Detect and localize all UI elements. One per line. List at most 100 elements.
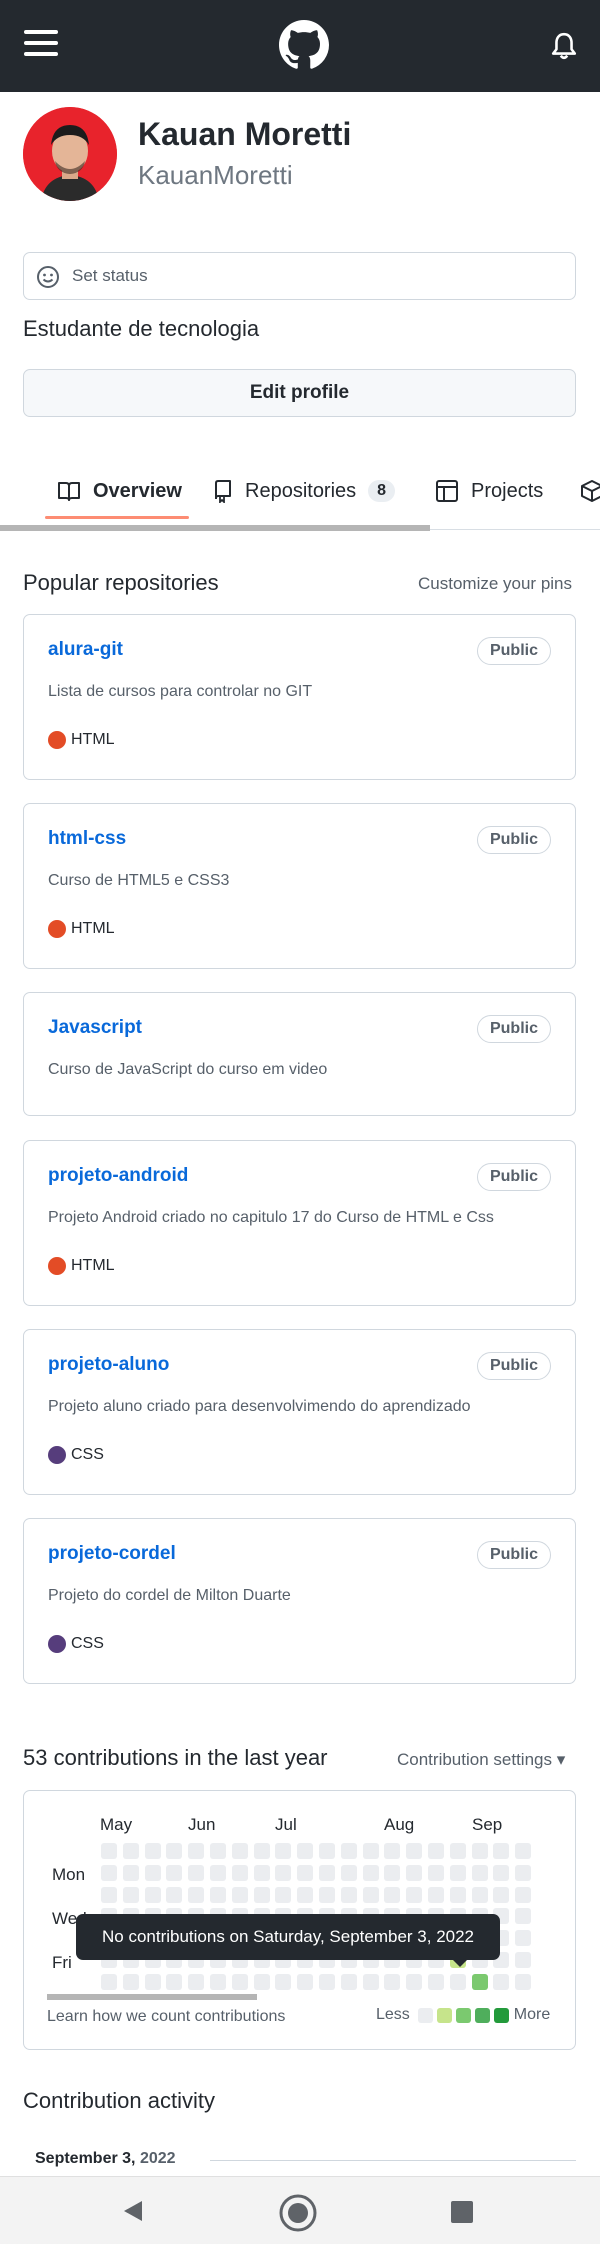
contribution-cell[interactable] — [428, 1843, 444, 1859]
github-logo-icon[interactable] — [279, 20, 329, 70]
contribution-cell[interactable] — [515, 1908, 532, 1925]
contribution-cell[interactable] — [428, 1973, 444, 1990]
edit-profile-button[interactable]: Edit profile — [23, 369, 576, 417]
tab-overview[interactable]: Overview — [57, 471, 182, 511]
contribution-cell[interactable] — [471, 1843, 488, 1859]
contribution-cell[interactable] — [515, 1930, 532, 1947]
contribution-cell[interactable] — [101, 1843, 117, 1859]
contribution-cell[interactable] — [319, 1864, 335, 1881]
contribution-cell[interactable] — [449, 1864, 466, 1881]
contribution-cell[interactable] — [428, 1864, 444, 1881]
graph-scrollbar[interactable] — [47, 1994, 257, 2000]
contribution-cell[interactable] — [319, 1843, 335, 1859]
contribution-cell[interactable] — [449, 1886, 466, 1903]
repo-name-link[interactable]: projeto-android — [48, 1165, 188, 1187]
contribution-cell[interactable] — [319, 1973, 335, 1990]
contribution-cell[interactable] — [493, 1973, 510, 1990]
contribution-cell[interactable] — [210, 1864, 226, 1881]
contribution-cell[interactable] — [210, 1973, 226, 1990]
contribution-cell[interactable] — [253, 1843, 270, 1859]
contribution-cell[interactable] — [144, 1973, 161, 1990]
contribution-cell[interactable] — [362, 1864, 379, 1881]
customize-pins-link[interactable]: Customize your pins — [418, 574, 572, 594]
contribution-cell[interactable] — [275, 1886, 292, 1903]
contribution-cell[interactable] — [406, 1843, 423, 1859]
contribution-cell[interactable] — [231, 1843, 248, 1859]
contribution-cell[interactable] — [384, 1843, 401, 1859]
contribution-cell[interactable] — [384, 1864, 401, 1881]
contribution-cell[interactable] — [275, 1864, 292, 1881]
contribution-cell[interactable] — [515, 1843, 532, 1859]
contribution-cell[interactable] — [449, 1973, 466, 1990]
contribution-cell[interactable] — [188, 1886, 205, 1903]
contribution-cell[interactable] — [253, 1864, 270, 1881]
contribution-cell[interactable] — [471, 1973, 488, 1990]
contribution-cell[interactable] — [340, 1843, 357, 1859]
contribution-cell[interactable] — [384, 1886, 401, 1903]
contribution-cell[interactable] — [449, 1843, 466, 1859]
repo-name-link[interactable]: projeto-cordel — [48, 1543, 176, 1565]
contribution-cell[interactable] — [101, 1864, 117, 1881]
contribution-cell[interactable] — [253, 1886, 270, 1903]
contribution-cell[interactable] — [428, 1886, 444, 1903]
contribution-cell[interactable] — [144, 1843, 161, 1859]
contribution-cell[interactable] — [188, 1973, 205, 1990]
recent-apps-square-icon[interactable] — [451, 2201, 473, 2223]
contribution-cell[interactable] — [340, 1864, 357, 1881]
contribution-cell[interactable] — [144, 1886, 161, 1903]
contribution-cell[interactable] — [340, 1886, 357, 1903]
contribution-cell[interactable] — [188, 1843, 205, 1859]
contribution-cell[interactable] — [493, 1843, 510, 1859]
contribution-cell[interactable] — [406, 1864, 423, 1881]
contribution-cell[interactable] — [362, 1886, 379, 1903]
contribution-cell[interactable] — [253, 1973, 270, 1990]
contribution-cell[interactable] — [122, 1864, 139, 1881]
contribution-cell[interactable] — [166, 1973, 183, 1990]
contribution-cell[interactable] — [515, 1952, 532, 1968]
contribution-cell[interactable] — [297, 1864, 314, 1881]
contribution-cell[interactable] — [362, 1843, 379, 1859]
repo-name-link[interactable]: html-css — [48, 828, 126, 850]
contribution-cell[interactable] — [275, 1973, 292, 1990]
contribution-cell[interactable] — [471, 1886, 488, 1903]
contribution-cell[interactable] — [297, 1843, 314, 1859]
contribution-cell[interactable] — [406, 1973, 423, 1990]
contribution-cell[interactable] — [122, 1973, 139, 1990]
contribution-settings-dropdown[interactable]: Contribution settings ▾ — [397, 1750, 565, 1770]
set-status-button[interactable]: Set status — [23, 252, 576, 300]
contribution-cell[interactable] — [275, 1843, 292, 1859]
contribution-cell[interactable] — [101, 1886, 117, 1903]
contribution-cell[interactable] — [362, 1973, 379, 1990]
contribution-cell[interactable] — [210, 1843, 226, 1859]
contribution-cell[interactable] — [515, 1864, 532, 1881]
contribution-cell[interactable] — [406, 1886, 423, 1903]
contribution-cell[interactable] — [144, 1864, 161, 1881]
contribution-cell[interactable] — [166, 1886, 183, 1903]
back-triangle-icon[interactable] — [122, 2199, 144, 2223]
repo-name-link[interactable]: alura-git — [48, 639, 123, 661]
home-circle-icon[interactable] — [278, 2193, 318, 2233]
contribution-cell[interactable] — [166, 1843, 183, 1859]
bell-icon[interactable] — [551, 32, 577, 60]
tab-repositories[interactable]: Repositories 8 — [213, 471, 396, 511]
contribution-cell[interactable] — [515, 1886, 532, 1903]
contribution-cell[interactable] — [188, 1864, 205, 1881]
learn-contributions-link[interactable]: Learn how we count contributions — [47, 2008, 285, 2026]
contribution-cell[interactable] — [493, 1864, 510, 1881]
contribution-cell[interactable] — [231, 1864, 248, 1881]
contribution-cell[interactable] — [231, 1973, 248, 1990]
repo-name-link[interactable]: Javascript — [48, 1017, 142, 1039]
contribution-cell[interactable] — [515, 1973, 532, 1990]
contribution-cell[interactable] — [319, 1886, 335, 1903]
contribution-cell[interactable] — [493, 1886, 510, 1903]
contribution-cell[interactable] — [122, 1886, 139, 1903]
contribution-cell[interactable] — [384, 1973, 401, 1990]
contribution-cell[interactable] — [297, 1886, 314, 1903]
contribution-cell[interactable] — [471, 1864, 488, 1881]
contribution-cell[interactable] — [297, 1973, 314, 1990]
contribution-cell[interactable] — [166, 1864, 183, 1881]
avatar[interactable] — [23, 107, 117, 201]
contribution-cell[interactable] — [122, 1843, 139, 1859]
hamburger-menu-icon[interactable] — [24, 30, 58, 56]
repo-name-link[interactable]: projeto-aluno — [48, 1354, 169, 1376]
